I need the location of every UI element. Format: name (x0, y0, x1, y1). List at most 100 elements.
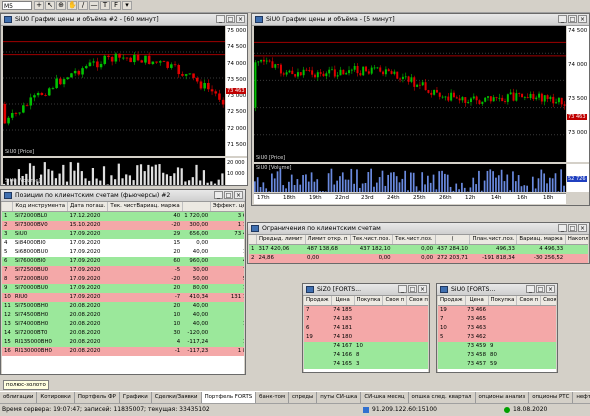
tab-5[interactable]: Портфель FORTS (202, 392, 257, 403)
tab-11[interactable]: опционы анализ (476, 392, 530, 403)
tab-0[interactable]: облигации (0, 392, 37, 403)
table-row[interactable]: 14SI72000BT020.08.202030-120,0017-390,00 (2, 329, 244, 338)
close-button[interactable]: × (418, 285, 427, 293)
interval-combo[interactable]: M5 (2, 1, 32, 10)
table-row[interactable]: 5Si68000BU017.09.20202040,00139-280,00 (2, 248, 244, 257)
table-row[interactable]: 12SI74500BH020.08.20201040,0095-1 110,00 (2, 311, 244, 320)
column-header[interactable] (249, 235, 256, 245)
column-header[interactable]: Лимит откр. п (305, 235, 350, 245)
tab-6[interactable]: банк-том (256, 392, 289, 403)
table-row[interactable]: 674 181 (304, 324, 428, 333)
column-header[interactable]: Накоплен. дох. (565, 235, 588, 245)
table-row[interactable]: 15RI135000BH020.08.20204-117,24160-292,9… (2, 338, 244, 347)
hline-icon[interactable]: — (89, 1, 99, 10)
tab-10[interactable]: опшка след. квартал (409, 392, 476, 403)
zoom-icon[interactable]: ⊕ (56, 1, 66, 10)
close-button[interactable]: × (578, 15, 587, 23)
table-row[interactable]: 73 45759 (438, 360, 556, 369)
column-header[interactable]: ( (435, 235, 470, 245)
minimize-button[interactable]: _ (558, 224, 567, 232)
tab-4[interactable]: Сделки/Заявки (152, 392, 202, 403)
table-row[interactable]: 1317 420,06487 138,68437 182,100,00437 2… (249, 245, 588, 255)
table-row[interactable]: 4Si84000BI017.09.2020150,0064-90,00 (2, 239, 244, 248)
minimize-button[interactable]: _ (398, 285, 407, 293)
tab-1[interactable]: Котировки (37, 392, 74, 403)
column-header[interactable]: Вариац. маржа (517, 235, 565, 245)
arrow-icon[interactable]: ▾ (122, 1, 132, 10)
hand-icon[interactable]: ✋ (67, 1, 77, 10)
minimize-button[interactable]: _ (558, 15, 567, 23)
maximize-button[interactable]: □ (568, 224, 577, 232)
column-header[interactable]: Предыд. лимит (256, 235, 305, 245)
column-header[interactable]: Продаж (438, 296, 465, 306)
tab-7[interactable]: спреды (289, 392, 317, 403)
fib-icon[interactable]: F (111, 1, 121, 10)
column-header[interactable]: Дата погаш. (68, 202, 108, 212)
maximize-button[interactable]: □ (224, 191, 233, 199)
line-icon[interactable]: / (78, 1, 88, 10)
column-header[interactable]: Цена (465, 296, 488, 306)
maximize-button[interactable]: □ (568, 15, 577, 23)
table-row[interactable]: 6SI76000BI017.09.202060960,00469-3 120,0… (2, 257, 244, 266)
table-row[interactable]: 1073 463 (438, 324, 556, 333)
table-row[interactable]: 74 1653 (304, 360, 428, 369)
maximize-button[interactable]: □ (536, 285, 545, 293)
table-row[interactable]: 10RIU017.09.2020-7410,34131 170-4 100,67 (2, 293, 244, 302)
column-header[interactable]: Цена (331, 296, 354, 306)
text-icon[interactable]: T (100, 1, 110, 10)
column-header[interactable]: Тек.чист.поз. (393, 235, 436, 245)
table-row[interactable]: 1973 466 (438, 306, 556, 316)
close-button[interactable]: × (234, 191, 243, 199)
column-header[interactable]: Своя п (383, 296, 407, 306)
minimize-button[interactable]: _ (214, 191, 223, 199)
maximize-button[interactable]: □ (226, 15, 235, 23)
crosshair-icon[interactable]: + (34, 1, 44, 10)
table-row[interactable]: 74 16710 (304, 342, 428, 351)
table-row[interactable]: 8SI72000BU017.09.2020-2050,00573-1 340,0… (2, 275, 244, 284)
table-row[interactable]: 73 4599 (438, 342, 556, 351)
table-row[interactable]: 9SI70000BU017.09.20202080,00102-760,00 (2, 284, 244, 293)
minimize-button[interactable]: _ (216, 15, 225, 23)
table-row[interactable]: 2SI73000BV015.10.2020-20300,001 127-1 46… (2, 221, 244, 230)
column-header[interactable] (2, 202, 13, 212)
column-header[interactable]: Тек.чист.поз. (350, 235, 393, 245)
column-header[interactable]: Код инструмента (13, 202, 68, 212)
close-button[interactable]: × (546, 285, 555, 293)
table-row[interactable]: 573 462 (438, 333, 556, 342)
tab-2[interactable]: Портфель ФР (75, 392, 120, 403)
tab-12[interactable]: опционы РТС (529, 392, 573, 403)
column-header[interactable]: План.чист.поз. (470, 235, 517, 245)
column-header[interactable]: Тек. чистВариац. маржа (108, 202, 182, 212)
tab-8[interactable]: путы СИ-шка (317, 392, 361, 403)
table-row[interactable]: 224,860,000,000,00272 203,71-191 818,34-… (249, 254, 588, 263)
table-row[interactable]: 774 185 (304, 306, 428, 316)
tab-9[interactable]: СИ-шка месяц (361, 392, 408, 403)
price-chart[interactable]: SiU0 [Price] (3, 26, 225, 156)
table-row[interactable]: 73 45880 (438, 351, 556, 360)
maximize-button[interactable]: □ (408, 285, 417, 293)
table-row[interactable]: 13SI74000BH020.08.20201040,00115-390,00 (2, 320, 244, 329)
volume-chart[interactable]: SiU0 [Volume] (3, 158, 225, 185)
table-row[interactable]: 1SI72000BL017.12.2020401 720,003 615-6 8… (2, 212, 244, 222)
table-row[interactable]: 16RI130000BH020.08.2020-1-117,231 890-43… (2, 347, 244, 356)
minimize-button[interactable]: _ (526, 285, 535, 293)
table-row[interactable]: 1974 180 (304, 333, 428, 342)
column-header[interactable]: Продаж (304, 296, 331, 306)
column-header[interactable]: Своя п (517, 296, 541, 306)
cursor-icon[interactable]: ↖ (45, 1, 55, 10)
price-chart[interactable]: SiU0 [Price] (254, 26, 566, 162)
table-row[interactable]: 774 183 (304, 315, 428, 324)
close-button[interactable]: × (578, 224, 587, 232)
column-header[interactable]: Покупка (354, 296, 383, 306)
table-row[interactable]: 74 1668 (304, 351, 428, 360)
tab-13[interactable]: нефть (573, 392, 590, 403)
table-row[interactable]: 11SI75000BH020.08.20202040,0063-460,00 (2, 302, 244, 311)
tab-3[interactable]: Графики (120, 392, 152, 403)
close-button[interactable]: × (236, 15, 245, 23)
table-row[interactable]: 3SiU017.09.202029656,0073 469-7 129,00 (2, 230, 244, 239)
column-header[interactable]: Своя п (541, 296, 556, 306)
column-header[interactable]: Своя п (407, 296, 428, 306)
column-header[interactable]: Эффект. цена (210, 202, 244, 212)
column-header[interactable]: Покупка (488, 296, 517, 306)
table-row[interactable]: 773 465 (438, 315, 556, 324)
